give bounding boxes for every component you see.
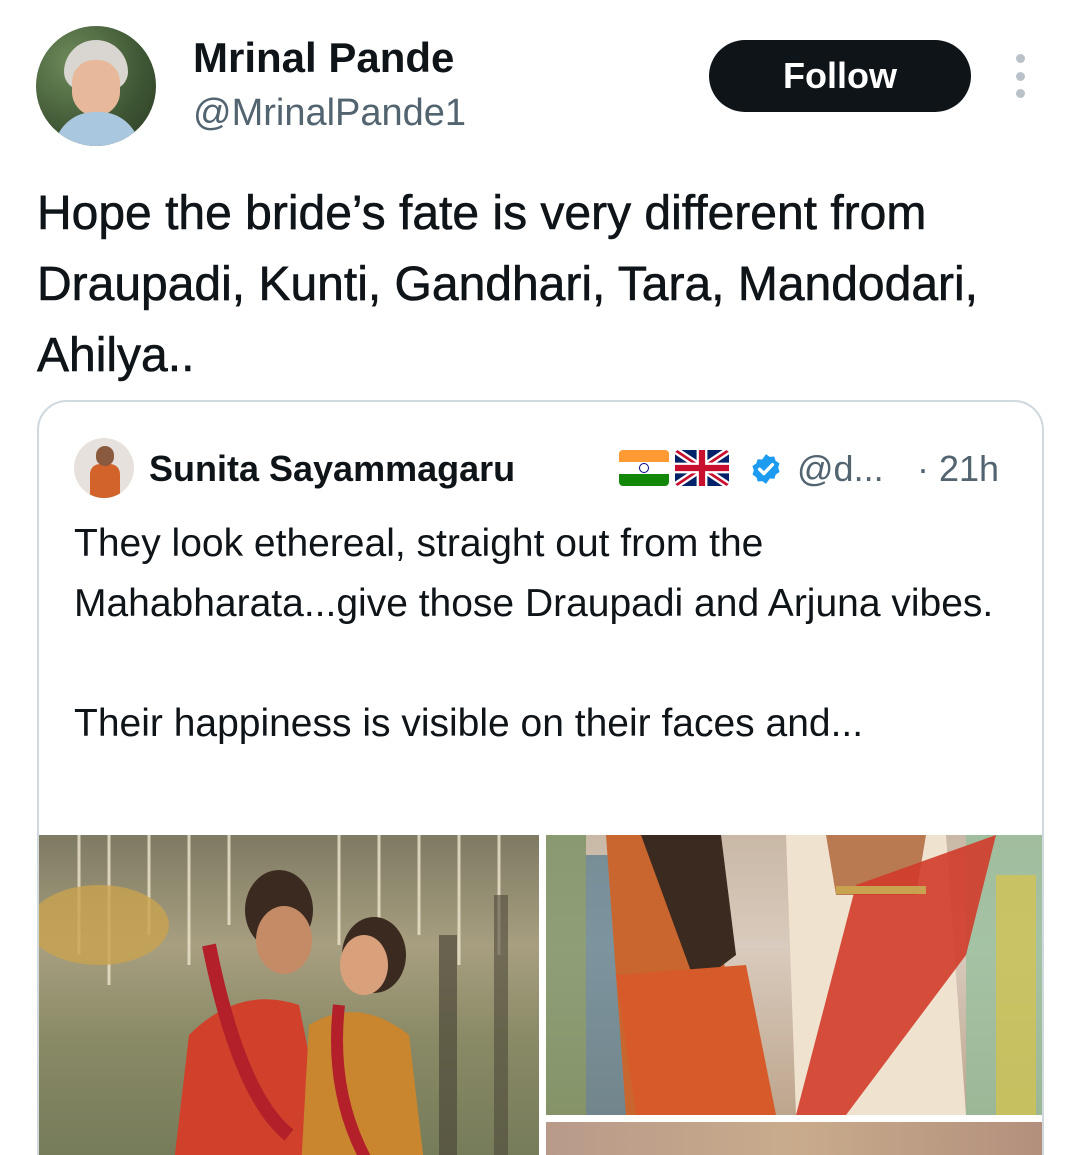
tweet-text: Hope the bride’s fate is very different …: [37, 187, 979, 383]
quoted-author-name[interactable]: Sunita Sayammagaru: [149, 448, 515, 490]
wedding-photo-2[interactable]: [546, 835, 1042, 1115]
uk-flag-icon: [675, 450, 729, 486]
quoted-tweet-text: They look ethereal, straight out from th…: [74, 522, 994, 745]
media-grid: [39, 835, 1042, 1155]
quoted-author-handle[interactable]: @d...: [797, 448, 884, 490]
quoted-tweet-card[interactable]: Sunita Sayammagaru @d... · 21h They look…: [37, 400, 1044, 1155]
quoted-tweet-time[interactable]: · 21h: [917, 448, 999, 490]
author-avatar[interactable]: [36, 26, 156, 146]
tweet-view: Mrinal Pande @MrinalPande1 Follow Hope t…: [0, 0, 1080, 1155]
quoted-author-avatar[interactable]: [74, 438, 134, 498]
india-flag-icon: [619, 450, 669, 486]
avatar-face: [72, 60, 120, 116]
avatar-scarf: [54, 112, 140, 146]
follow-button[interactable]: Follow: [709, 40, 971, 112]
wedding-photo-1[interactable]: [39, 835, 539, 1155]
author-handle[interactable]: @MrinalPande1: [193, 92, 466, 135]
author-name[interactable]: Mrinal Pande: [193, 34, 454, 82]
more-vertical-icon[interactable]: [1008, 54, 1032, 98]
wedding-photo-3[interactable]: [546, 1122, 1042, 1155]
verified-badge-icon: [749, 452, 783, 486]
